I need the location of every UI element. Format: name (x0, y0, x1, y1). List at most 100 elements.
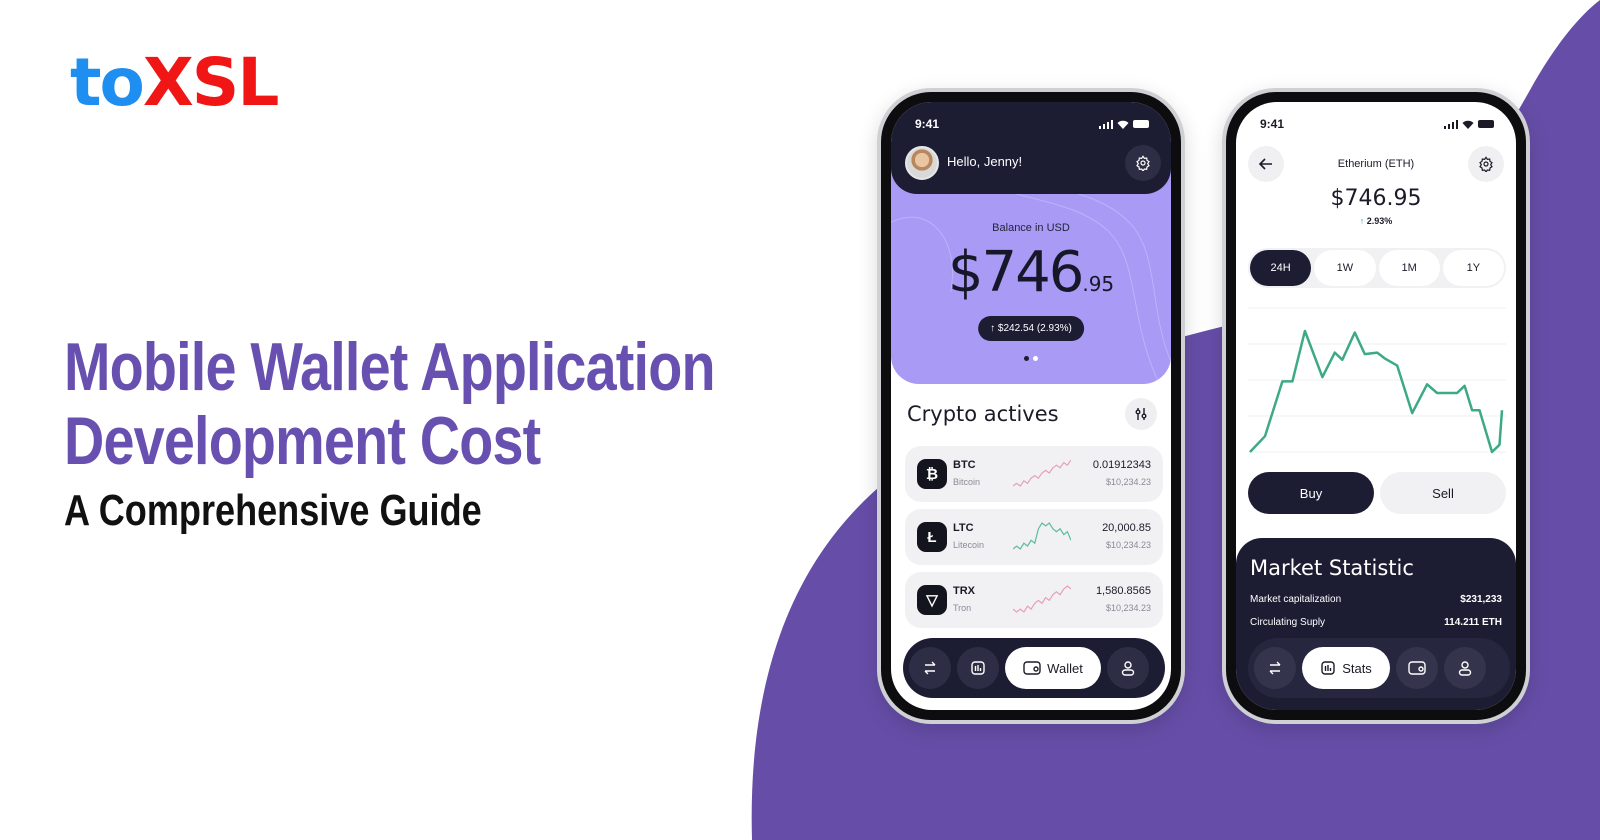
battery-icon (1133, 120, 1149, 128)
user-icon (1458, 661, 1472, 676)
carousel-dot-1[interactable] (1024, 356, 1029, 361)
balance-whole: $746 (947, 240, 1085, 305)
tab-label: Wallet (1047, 660, 1083, 676)
coin-change: ↑ 2.93% (1236, 216, 1516, 226)
settings-button[interactable] (1468, 146, 1504, 182)
stat-label: Circulating Suply (1250, 617, 1326, 628)
coin-usd-value: $10,234.23 (1105, 603, 1151, 613)
crypto-list-item[interactable]: ₿ BTC Bitcoin 0.01912343 $10,234.23 (905, 446, 1163, 502)
range-tab-24h[interactable]: 24H (1250, 250, 1312, 286)
coin-sparkline (1013, 459, 1071, 487)
coin-amount: 20,000.85 (1102, 522, 1151, 534)
gear-icon (1479, 156, 1493, 172)
sparkline-path (1013, 459, 1071, 487)
coin-usd-value: $10,234.23 (1105, 477, 1151, 487)
coin-name: Litecoin (953, 540, 985, 550)
phone-bezel: Balance in USD $746.95 ↑ $242.54 (2.93%)… (881, 92, 1181, 720)
stat-value: 114.211 ETH (1444, 617, 1502, 628)
user-icon (1121, 661, 1135, 676)
settings-button[interactable] (1125, 145, 1161, 181)
coin-sparkline (1013, 585, 1071, 613)
tab-wallet[interactable] (1396, 647, 1438, 689)
stat-row: Market capitalization $231,233 (1250, 594, 1502, 605)
tab-stats[interactable] (957, 647, 999, 689)
buy-button[interactable]: Buy (1248, 472, 1374, 514)
wallet-icon (1023, 661, 1041, 675)
logo-text-xsl: XSL (142, 44, 279, 121)
price-line (1249, 329, 1504, 454)
title-line-1: Mobile Wallet Application (64, 329, 716, 405)
wifi-icon (1117, 120, 1129, 129)
balance-cents: .95 (1082, 272, 1115, 296)
tab-transfer[interactable] (909, 647, 951, 689)
tab-transfer[interactable] (1254, 647, 1296, 689)
balance-label: Balance in USD (992, 222, 1070, 234)
swap-arrows-icon (1269, 661, 1281, 675)
sparkline-path (1013, 522, 1071, 550)
crypto-list-item[interactable]: ▽ TRX Tron 1,580.8565 $10,234.23 (905, 572, 1163, 628)
page-subtitle: A Comprehensive Guide (64, 486, 482, 535)
stat-value: $231,233 (1460, 594, 1502, 605)
phone-mockup-wallet: Balance in USD $746.95 ↑ $242.54 (2.93%)… (877, 88, 1185, 724)
stat-label: Market capitalization (1250, 594, 1342, 605)
bitcoin-icon: ₿ (917, 459, 947, 489)
tab-profile[interactable] (1444, 647, 1486, 689)
coin-symbol: BTC (953, 459, 976, 471)
page-title: Mobile Wallet Application Development Co… (64, 329, 716, 479)
range-tab-1w[interactable]: 1W (1314, 250, 1376, 286)
carousel-dot-2[interactable] (1033, 356, 1038, 361)
coin-change-value: 2.93% (1366, 216, 1393, 226)
signal-icon (1443, 119, 1458, 129)
range-selector: 24H 1W 1M 1Y (1248, 248, 1506, 288)
tab-profile[interactable] (1107, 647, 1149, 689)
swap-arrows-icon (924, 661, 936, 675)
range-tab-1m[interactable]: 1M (1378, 250, 1440, 286)
section-title: Crypto actives (907, 402, 1059, 426)
gear-icon (1136, 155, 1150, 171)
coin-amount: 1,580.8565 (1095, 585, 1151, 597)
range-tab-1y[interactable]: 1Y (1442, 250, 1504, 286)
balance-card: Balance in USD $746.95 ↑ $242.54 (2.93%) (891, 162, 1171, 384)
litecoin-icon: Ł (917, 522, 947, 552)
coin-symbol: TRX (953, 585, 975, 597)
coin-symbol: LTC (953, 522, 974, 534)
coin-amount: 0.01912343 (1092, 459, 1151, 471)
toxsl-logo[interactable]: toXSL (70, 50, 279, 116)
status-bar: 9:41 (1236, 102, 1516, 140)
title-line-2: Development Cost (64, 403, 541, 479)
sell-button[interactable]: Sell (1380, 472, 1506, 514)
wallet-header: 9:41 Hello, Jenny! (891, 102, 1171, 194)
phone-mockup-coin-detail: 9:41 Etherium (ETH) $746.95 ↑ 2.93% 24H (1222, 88, 1530, 724)
crypto-list-item[interactable]: Ł LTC Litecoin 20,000.85 $10,234.23 (905, 509, 1163, 565)
balance-change-badge: ↑ $242.54 (2.93%) (978, 316, 1084, 341)
coin-name: Bitcoin (953, 477, 981, 487)
bar-chart-icon (971, 661, 985, 675)
status-time: 9:41 (915, 117, 940, 131)
coin-price: $746.95 (1330, 186, 1422, 211)
market-title: Market Statistic (1250, 556, 1414, 580)
wallet-icon (1408, 661, 1426, 675)
tron-icon: ▽ (917, 585, 947, 615)
bottom-tab-bar: Wallet (903, 638, 1165, 698)
sliders-icon (1135, 408, 1147, 420)
status-time: 9:41 (1260, 117, 1285, 131)
filter-button[interactable] (1125, 398, 1157, 430)
phone-bezel: 9:41 Etherium (ETH) $746.95 ↑ 2.93% 24H (1226, 92, 1526, 720)
carousel-dots[interactable] (1024, 356, 1038, 361)
coin-name: Tron (953, 603, 972, 613)
coin-detail-screen: 9:41 Etherium (ETH) $746.95 ↑ 2.93% 24H (1236, 102, 1516, 710)
coin-sparkline (1013, 522, 1071, 550)
balance-amount: $746.95 (891, 240, 1171, 305)
battery-icon (1478, 120, 1494, 128)
price-chart (1248, 307, 1506, 454)
wifi-icon (1462, 120, 1474, 129)
tab-label: Stats (1342, 660, 1372, 676)
logo-text-to: to (70, 44, 145, 121)
greeting-text: Hello, Jenny! (947, 154, 1023, 169)
sparkline-path (1013, 585, 1071, 613)
bottom-tab-bar: Stats (1248, 638, 1510, 698)
bar-chart-icon (1321, 661, 1335, 675)
tab-wallet[interactable]: Wallet (1005, 647, 1101, 689)
user-avatar[interactable] (905, 146, 939, 180)
tab-stats[interactable]: Stats (1302, 647, 1390, 689)
